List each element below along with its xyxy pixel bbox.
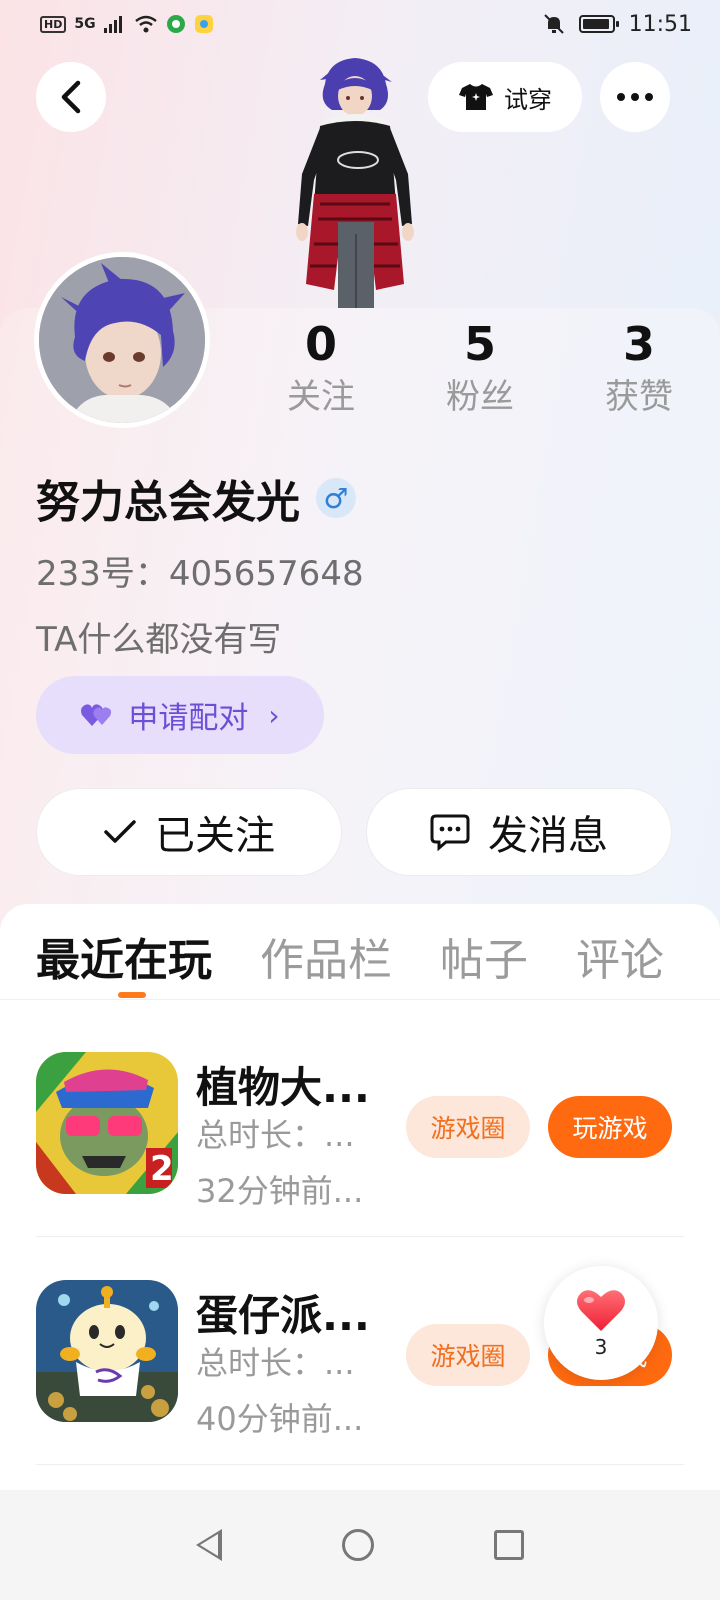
request-pair-button[interactable]: 申请配对 › (36, 676, 324, 754)
try-on-label: 试穿 (504, 85, 552, 114)
game-last-played: 40分钟前... (196, 1400, 364, 1438)
name-row: 努力总会发光 ♂ (36, 466, 356, 530)
game-circle-button[interactable]: 游戏圈 (406, 1096, 530, 1158)
tshirt-icon (459, 84, 493, 110)
avatar-portrait-image (39, 257, 205, 423)
more-dot (631, 93, 639, 101)
likes-label: 获赞 (605, 377, 673, 417)
system-navigation-bar (0, 1490, 720, 1600)
active-tab-indicator (118, 992, 146, 998)
following-count: 0 (304, 317, 337, 371)
clock: 11:51 (628, 11, 692, 37)
chat-bubble-icon (430, 814, 470, 851)
user-bio: TA什么都没有写 (36, 620, 282, 660)
game-duration: 总时长：... (196, 1116, 355, 1154)
profile-stats: 0 关注 5 粉丝 3 获赞 (260, 316, 700, 426)
heart-icon (577, 1290, 625, 1331)
row-divider (36, 1236, 684, 1237)
send-message-label: 发消息 (488, 813, 608, 859)
tab-works[interactable]: 作品栏 (260, 924, 392, 988)
likes-count: 3 (622, 317, 655, 371)
checkmark-icon (104, 820, 136, 843)
more-options-button[interactable] (600, 62, 670, 132)
like-button[interactable]: 3 (544, 1266, 658, 1380)
svg-text:2: 2 (150, 1149, 174, 1189)
hd-indicator: HD (40, 15, 67, 33)
game-cover-image (36, 1280, 178, 1422)
signal-bars-icon (103, 16, 122, 33)
username: 努力总会发光 (36, 477, 300, 528)
game-icon-eggy-party[interactable] (36, 1280, 178, 1422)
avatar[interactable] (34, 252, 210, 428)
double-heart-icon (81, 704, 112, 726)
chevron-right-icon: › (268, 698, 280, 732)
likes-stat[interactable]: 3 获赞 (578, 316, 700, 426)
game-title: 植物大... (196, 1063, 370, 1112)
list-item[interactable]: 2 植物大... 总时长：... 32分钟前... 游戏圈 玩游戏 (36, 1052, 684, 1210)
fans-stat[interactable]: 5 粉丝 (419, 316, 541, 426)
user-id: 233号：405657648 (36, 554, 364, 594)
battery-icon (578, 15, 619, 33)
game-last-played: 32分钟前... (196, 1172, 364, 1210)
profile-tabs: 最近在玩 作品栏 帖子 评论 (36, 924, 664, 988)
followed-label: 已关注 (155, 813, 275, 859)
following-stat[interactable]: 0 关注 (260, 316, 382, 426)
tab-recently-played[interactable]: 最近在玩 (36, 924, 212, 988)
following-label: 关注 (287, 377, 355, 417)
game-cover-image: 2 (36, 1052, 178, 1194)
more-dot (617, 93, 625, 101)
app-notification-icon (166, 15, 185, 33)
send-message-button[interactable]: 发消息 (366, 788, 672, 876)
wifi-icon (134, 15, 157, 33)
like-count: 3 (594, 1335, 608, 1359)
game-duration: 总时长：... (196, 1344, 355, 1382)
tab-posts[interactable]: 帖子 (440, 924, 528, 988)
tab-divider (0, 999, 720, 1000)
request-pair-label: 申请配对 (128, 701, 249, 736)
mute-bell-icon (543, 14, 564, 34)
game-circle-button[interactable]: 游戏圈 (406, 1324, 530, 1386)
tab-comments[interactable]: 评论 (576, 924, 664, 988)
row-divider (36, 1464, 684, 1465)
nav-back-icon[interactable] (196, 1529, 222, 1561)
male-gender-icon: ♂ (316, 478, 356, 518)
chevron-left-icon (61, 80, 81, 114)
app-notification-icon-2 (194, 15, 213, 33)
followed-button[interactable]: 已关注 (36, 788, 342, 876)
back-button[interactable] (36, 62, 106, 132)
character-model-image[interactable] (280, 54, 430, 310)
more-dot (645, 93, 653, 101)
fans-label: 粉丝 (446, 377, 514, 417)
game-title: 蛋仔派... (196, 1291, 370, 1340)
game-icon-plants-vs-zombies[interactable]: 2 (36, 1052, 178, 1194)
try-on-button[interactable]: 试穿 (428, 62, 582, 132)
nav-home-icon[interactable] (342, 1529, 374, 1561)
fans-count: 5 (463, 317, 496, 371)
signal-indicator: 5G (74, 16, 96, 32)
nav-recent-apps-icon[interactable] (494, 1530, 524, 1560)
play-game-button[interactable]: 玩游戏 (548, 1096, 672, 1158)
status-bar: HD 5G 11:51 (0, 0, 720, 48)
